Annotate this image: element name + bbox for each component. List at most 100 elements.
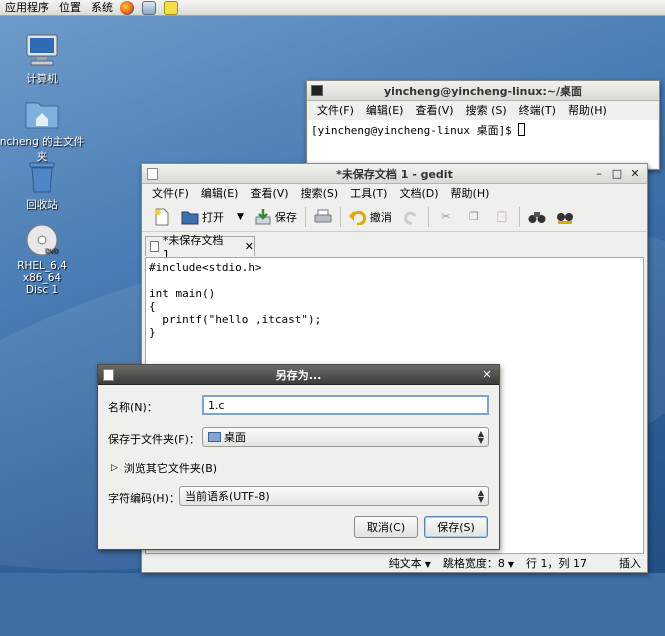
syntax-mode-label: 纯文本 <box>388 557 422 570</box>
top-panel: 应用程序 位置 系统 <box>0 0 665 16</box>
close-icon[interactable]: ✕ <box>479 367 495 382</box>
code-line: printf("hello ,itcast"); <box>149 313 322 326</box>
encoding-select[interactable]: 当前语系(UTF-8) ▲ ▼ <box>179 486 489 506</box>
terminal-titlebar[interactable]: yincheng@yincheng-linux:~/桌面 <box>307 81 659 101</box>
close-icon[interactable]: ✕ <box>245 240 254 253</box>
copy-button[interactable]: ❐ <box>460 205 488 229</box>
encoding-label: 字符编码(H)： <box>108 492 180 505</box>
cursor-position: 行 1，列 17 <box>526 557 587 570</box>
menu-tools[interactable]: 工具(T) <box>344 185 393 201</box>
updown-arrows-icon: ▲ ▼ <box>477 429 484 445</box>
menu-edit[interactable]: 编辑(E) <box>195 185 245 201</box>
find-replace-icon <box>556 208 574 226</box>
paste-icon: 📋 <box>495 210 509 223</box>
minimize-icon[interactable]: – <box>591 166 607 181</box>
applications-menu[interactable]: 应用程序 <box>0 0 54 16</box>
svg-text:DVD: DVD <box>45 248 59 255</box>
paste-button[interactable]: 📋 <box>488 205 516 229</box>
menu-file[interactable]: 文件(F) <box>311 102 360 118</box>
terminal-cursor <box>518 123 526 136</box>
menu-view[interactable]: 查看(V) <box>244 185 294 201</box>
terminal-menubar: 文件(F) 编辑(E) 查看(V) 搜索 (S) 终端(T) 帮助(H) <box>307 101 659 119</box>
chevron-down-icon: ▼ <box>424 560 431 569</box>
code-line: } <box>149 326 156 339</box>
desktop-icon-label: RHEL_6.4 x86_64 <box>17 260 67 284</box>
filename-input[interactable]: 1.c <box>202 395 489 415</box>
replace-button[interactable] <box>551 205 579 229</box>
folder-select[interactable]: 桌面 ▲ ▼ <box>202 427 489 447</box>
desktop-icon-home[interactable]: ncheng 的主文件夹 <box>0 97 87 164</box>
desktop-icon-label: 计算机 <box>26 73 58 85</box>
desktop-icon-trash[interactable]: 回收站 <box>0 160 87 212</box>
document-icon <box>150 241 159 252</box>
menu-search[interactable]: 搜索 (S) <box>460 102 513 118</box>
undo-label: 撤消 <box>369 210 392 224</box>
firefox-icon[interactable] <box>120 0 134 15</box>
menu-file[interactable]: 文件(F) <box>146 185 195 201</box>
menu-terminal[interactable]: 终端(T) <box>513 102 562 118</box>
terminal-output[interactable]: [yincheng@yincheng-linux 桌面]$ <box>308 120 658 168</box>
updown-arrows-icon: ▲ ▼ <box>477 488 484 504</box>
browse-other-folders-expander[interactable]: ▷ 浏览其它文件夹(B) <box>111 460 217 476</box>
terminal-window: yincheng@yincheng-linux:~/桌面 文件(F) 编辑(E)… <box>306 80 660 170</box>
print-button[interactable] <box>309 205 337 229</box>
chevron-down-icon: ▼ <box>507 560 514 569</box>
gedit-toolbar: 打开 ▼ 保存 撤消 ✂ ❐ 📋 <box>142 202 647 232</box>
home-folder-icon <box>24 97 60 131</box>
gedit-statusbar: 纯文本 ▼ 跳格宽度：8 ▼ 行 1，列 17 插入 <box>142 554 647 572</box>
undo-button[interactable]: 撤消 <box>344 205 397 229</box>
find-button[interactable] <box>523 205 551 229</box>
folder-label: 保存于文件夹(F)： <box>108 433 200 446</box>
new-document-icon <box>153 208 171 226</box>
places-menu[interactable]: 位置 <box>54 0 86 16</box>
dialog-title: 另存为... <box>275 368 322 382</box>
tab-untitled-document[interactable]: *未保存文档 1 ✕ <box>145 234 255 261</box>
notes-icon[interactable] <box>164 0 178 15</box>
toolbar-separator <box>518 206 520 227</box>
gedit-menubar: 文件(F) 编辑(E) 查看(V) 搜索(S) 工具(T) 文档(D) 帮助(H… <box>142 184 647 202</box>
save-label: 保存 <box>274 210 297 224</box>
code-line: #include<stdio.h> <box>149 261 262 274</box>
save-button[interactable]: 保存 <box>249 205 302 229</box>
dialog-titlebar[interactable]: 另存为... ✕ <box>98 365 499 385</box>
close-icon[interactable]: ✕ <box>627 166 643 181</box>
syntax-mode-selector[interactable]: 纯文本 ▼ <box>383 555 437 571</box>
menu-edit[interactable]: 编辑(E) <box>360 102 410 118</box>
toolbar-separator <box>339 206 341 227</box>
system-menu[interactable]: 系统 <box>86 0 118 16</box>
menu-help[interactable]: 帮助(H) <box>445 185 496 201</box>
menu-help[interactable]: 帮助(H) <box>562 102 613 118</box>
code-line: { <box>149 300 156 313</box>
tab-width-selector[interactable]: 跳格宽度：8 ▼ <box>437 555 520 571</box>
browse-label: 浏览其它文件夹(B) <box>123 462 218 475</box>
chevron-down-icon[interactable]: ▼ <box>237 212 244 222</box>
binoculars-icon <box>528 208 546 226</box>
computer-icon <box>24 32 60 68</box>
new-button[interactable] <box>148 205 176 229</box>
desktop-icon-label-line2: Disc 1 <box>25 284 59 296</box>
redo-icon <box>402 208 420 226</box>
open-button[interactable]: 打开 ▼ <box>176 205 249 229</box>
save-button[interactable]: 保存(S) <box>424 516 488 538</box>
insert-mode: 插入 <box>619 557 641 570</box>
cut-button[interactable]: ✂ <box>432 205 460 229</box>
redo-button[interactable] <box>397 205 425 229</box>
menu-search[interactable]: 搜索(S) <box>295 185 345 201</box>
undo-icon <box>348 208 367 226</box>
tab-width-label: 跳格宽度：8 <box>442 557 505 570</box>
mail-icon[interactable] <box>142 0 156 15</box>
desktop-icon-dvd[interactable]: DVD RHEL_6.4 x86_64 Disc 1 <box>0 223 87 296</box>
folder-icon <box>208 432 221 442</box>
open-folder-icon <box>181 208 199 226</box>
triangle-right-icon: ▷ <box>111 463 118 473</box>
menu-documents[interactable]: 文档(D) <box>393 185 444 201</box>
menu-view[interactable]: 查看(V) <box>409 102 459 118</box>
toolbar-separator <box>304 206 306 227</box>
cut-icon: ✂ <box>441 210 451 223</box>
encoding-value: 当前语系(UTF-8) <box>185 490 270 503</box>
cancel-button[interactable]: 取消(C) <box>354 516 418 538</box>
gedit-titlebar[interactable]: *未保存文档 1 - gedit – □ ✕ <box>142 164 647 184</box>
maximize-icon[interactable]: □ <box>609 166 625 181</box>
desktop-icon-computer[interactable]: 计算机 <box>0 32 87 86</box>
